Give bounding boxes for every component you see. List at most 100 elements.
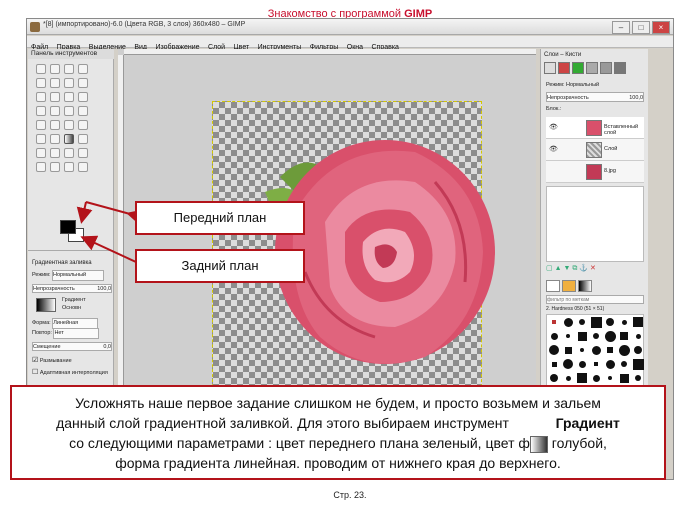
brush-preset[interactable] bbox=[577, 373, 587, 383]
airbrush-tool-icon[interactable] bbox=[64, 148, 74, 158]
minimize-button[interactable]: – bbox=[612, 21, 630, 34]
flip-tool-icon[interactable] bbox=[64, 120, 74, 130]
brush-preset[interactable] bbox=[566, 334, 570, 338]
cage-tool-icon[interactable] bbox=[78, 120, 88, 130]
brush-preset[interactable] bbox=[590, 316, 602, 328]
brush-preset[interactable] bbox=[593, 333, 599, 339]
brush-preset[interactable] bbox=[592, 374, 600, 382]
gradients-tab[interactable] bbox=[578, 280, 592, 292]
close-button[interactable]: × bbox=[652, 21, 670, 34]
brush-preset[interactable] bbox=[634, 346, 642, 354]
eraser-tool-icon[interactable] bbox=[50, 148, 60, 158]
horizontal-ruler[interactable] bbox=[124, 49, 536, 55]
crop-tool-icon[interactable] bbox=[50, 106, 60, 116]
anchor-layer-icon[interactable]: ⚓ bbox=[579, 265, 588, 272]
brush-preset[interactable] bbox=[580, 348, 584, 352]
brush-preset[interactable] bbox=[577, 331, 587, 341]
foreground-select-tool-icon[interactable] bbox=[64, 78, 74, 88]
layer-row[interactable]: 👁 Вставленный слой bbox=[546, 117, 644, 139]
brush-preset[interactable] bbox=[552, 320, 556, 324]
text-tool-icon[interactable] bbox=[36, 134, 46, 144]
heal-tool-icon[interactable] bbox=[50, 162, 60, 172]
patterns-tab[interactable] bbox=[562, 280, 576, 292]
rect-select-tool-icon[interactable] bbox=[36, 64, 46, 74]
foreground-color-swatch[interactable] bbox=[60, 220, 76, 234]
opacity-slider[interactable]: Непрозрачность 100,0 bbox=[32, 284, 112, 293]
new-layer-icon[interactable]: ▢ bbox=[546, 265, 553, 272]
brush-preset[interactable] bbox=[608, 376, 612, 380]
fuzzy-select-tool-icon[interactable] bbox=[78, 64, 88, 74]
eye-icon[interactable]: 👁 bbox=[549, 145, 558, 153]
brush-preset[interactable] bbox=[564, 346, 572, 354]
brush-preset[interactable] bbox=[619, 373, 629, 383]
eye-icon[interactable]: 👁 bbox=[549, 123, 558, 131]
brush-preset[interactable] bbox=[579, 319, 585, 325]
zoom-tool-icon[interactable] bbox=[50, 92, 60, 102]
brush-preset[interactable] bbox=[565, 375, 571, 381]
pencil-tool-icon[interactable] bbox=[78, 134, 88, 144]
free-select-tool-icon[interactable] bbox=[64, 64, 74, 74]
gradient-tool-icon[interactable] bbox=[64, 134, 74, 144]
move-tool-icon[interactable] bbox=[78, 92, 88, 102]
layers-tab-label[interactable]: Слои – Кисти bbox=[544, 52, 644, 58]
paintbrush-tool-icon[interactable] bbox=[36, 148, 46, 158]
dock-tab-icon[interactable] bbox=[544, 62, 556, 74]
brush-preset[interactable] bbox=[607, 347, 613, 353]
dock-tab-icon[interactable] bbox=[558, 62, 570, 74]
dodge-tool-icon[interactable] bbox=[78, 162, 88, 172]
dock-tab-icon[interactable] bbox=[586, 62, 598, 74]
brush-preset[interactable] bbox=[550, 332, 558, 340]
paths-tool-icon[interactable] bbox=[78, 78, 88, 88]
rotate-tool-icon[interactable] bbox=[64, 106, 74, 116]
brush-preset[interactable] bbox=[605, 359, 615, 369]
bucket-tool-icon[interactable] bbox=[50, 134, 60, 144]
repeat-select[interactable]: Нет bbox=[53, 328, 100, 339]
lower-layer-icon[interactable]: ▼ bbox=[563, 265, 570, 272]
mode-select[interactable]: Нормальный bbox=[52, 270, 105, 281]
ink-tool-icon[interactable] bbox=[78, 148, 88, 158]
brush-preset[interactable] bbox=[632, 358, 644, 370]
dither-checkbox[interactable]: ☑ bbox=[32, 357, 38, 364]
layer-row[interactable]: 👁 Слой bbox=[546, 139, 644, 161]
adaptive-checkbox[interactable]: ☐ bbox=[32, 369, 38, 376]
brush-preset[interactable] bbox=[618, 344, 630, 356]
brush-preset[interactable] bbox=[633, 317, 643, 327]
brush-preset[interactable] bbox=[621, 319, 627, 325]
smudge-tool-icon[interactable] bbox=[64, 162, 74, 172]
gradient-preview-swatch[interactable] bbox=[36, 298, 56, 312]
brush-preset[interactable] bbox=[563, 317, 573, 327]
layers-list-empty-area[interactable] bbox=[546, 186, 644, 262]
offset-slider[interactable]: Смещение 0,0 bbox=[32, 342, 112, 351]
dock-tab-icon[interactable] bbox=[600, 62, 612, 74]
clone-tool-icon[interactable] bbox=[36, 162, 46, 172]
dock-tab-icon[interactable] bbox=[572, 62, 584, 74]
window-titlebar[interactable]: *[8] (импортировано)-6.0 (Цвета RGB, 3 с… bbox=[27, 19, 673, 35]
brush-preset[interactable] bbox=[551, 361, 557, 367]
brush-preset[interactable] bbox=[563, 359, 573, 369]
brush-preset[interactable] bbox=[550, 374, 558, 382]
brush-preset[interactable] bbox=[591, 345, 601, 355]
brush-preset[interactable] bbox=[635, 333, 641, 339]
brush-preset[interactable] bbox=[594, 362, 598, 366]
ellipse-select-tool-icon[interactable] bbox=[50, 64, 60, 74]
brush-preset[interactable] bbox=[621, 361, 627, 367]
color-picker-tool-icon[interactable] bbox=[36, 92, 46, 102]
color-select-tool-icon[interactable] bbox=[36, 78, 46, 88]
layers-mode-select[interactable]: Нормальный bbox=[566, 82, 599, 88]
brush-grid[interactable] bbox=[546, 314, 644, 388]
dock-tab-icon[interactable] bbox=[614, 62, 626, 74]
brush-preset[interactable] bbox=[606, 318, 614, 326]
brush-preset[interactable] bbox=[635, 375, 641, 381]
shear-tool-icon[interactable] bbox=[36, 120, 46, 130]
delete-layer-icon[interactable]: ✕ bbox=[590, 265, 596, 272]
measure-tool-icon[interactable] bbox=[64, 92, 74, 102]
maximize-button[interactable]: □ bbox=[632, 21, 650, 34]
layers-opacity-slider[interactable]: Непрозрачность 100,0 bbox=[546, 92, 644, 102]
duplicate-layer-icon[interactable]: ⧉ bbox=[572, 265, 577, 272]
scale-tool-icon[interactable] bbox=[78, 106, 88, 116]
scissors-tool-icon[interactable] bbox=[50, 78, 60, 88]
raise-layer-icon[interactable]: ▲ bbox=[555, 265, 562, 272]
brushes-tab[interactable] bbox=[546, 280, 560, 292]
brush-tag-filter-input[interactable]: фильтр по меткам bbox=[546, 295, 644, 304]
align-tool-icon[interactable] bbox=[36, 106, 46, 116]
